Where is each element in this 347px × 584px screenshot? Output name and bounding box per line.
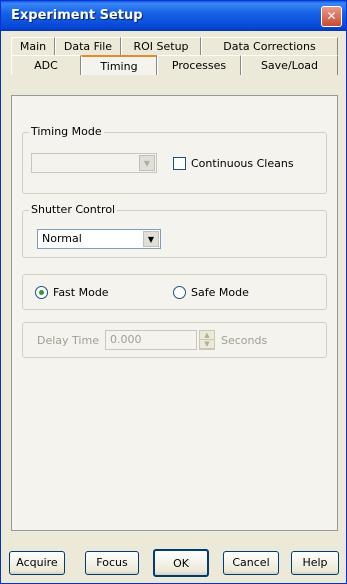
timing-mode-label: Timing Mode — [29, 125, 104, 138]
focus-button[interactable]: Focus — [85, 551, 139, 575]
tab-label: ROI Setup — [133, 40, 189, 53]
tab-row-1: Main Data File ROI Setup Data Correction… — [11, 37, 338, 55]
timing-mode-select[interactable]: ▼ — [31, 153, 157, 173]
help-button[interactable]: Help — [291, 551, 339, 575]
continuous-cleans-label: Continuous Cleans — [191, 157, 294, 170]
spin-up-icon: ▲ — [200, 331, 214, 340]
mode-group: Fast Mode Safe Mode — [22, 274, 327, 310]
tab-label: Main — [19, 40, 47, 53]
acquire-button[interactable]: Acquire — [9, 551, 65, 575]
delay-time-group: Delay Time 0.000 ▲ ▼ Seconds — [22, 322, 327, 358]
tab-label: Processes — [171, 59, 227, 72]
shutter-control-group: Shutter Control Normal ▼ — [22, 203, 327, 258]
spin-down-icon: ▼ — [200, 340, 214, 349]
delay-time-spinner[interactable]: ▲ ▼ — [199, 330, 215, 350]
delay-time-unit: Seconds — [221, 334, 268, 347]
continuous-cleans-checkbox[interactable] — [173, 157, 186, 170]
cancel-label: Cancel — [232, 556, 270, 569]
ok-label: OK — [173, 557, 189, 570]
tab-data-file[interactable]: Data File — [55, 37, 121, 55]
help-label: Help — [302, 556, 328, 569]
tab-main[interactable]: Main — [11, 37, 55, 55]
title-bar: Experiment Setup — [1, 1, 346, 31]
ok-button[interactable]: OK — [153, 549, 209, 577]
tab-label: Timing — [100, 59, 138, 73]
shutter-control-label: Shutter Control — [29, 203, 118, 216]
experiment-setup-window: Experiment Setup ✕ Main Data File ROI Se… — [0, 0, 347, 584]
delay-time-label: Delay Time — [37, 334, 99, 347]
tab-label: Save/Load — [260, 59, 319, 72]
shutter-control-value: Normal — [42, 232, 82, 245]
safe-mode-radio[interactable] — [173, 286, 186, 299]
cancel-button[interactable]: Cancel — [223, 551, 279, 575]
delay-time-input[interactable]: 0.000 — [105, 330, 197, 350]
tab-label: ADC — [34, 59, 58, 72]
acquire-label: Acquire — [16, 556, 58, 569]
tab-processes[interactable]: Processes — [157, 55, 241, 75]
chevron-down-icon: ▼ — [143, 231, 159, 247]
focus-label: Focus — [96, 556, 128, 569]
timing-tab-panel: Timing Mode ▼ Continuous Cleans Shutter … — [11, 95, 338, 531]
tab-save-load[interactable]: Save/Load — [241, 55, 338, 75]
close-icon: ✕ — [326, 9, 337, 23]
fast-mode-radio[interactable] — [35, 286, 48, 299]
fast-mode-label: Fast Mode — [53, 286, 109, 299]
tab-roi-setup[interactable]: ROI Setup — [121, 37, 201, 55]
chevron-down-icon: ▼ — [139, 155, 155, 171]
tab-row-2: ADC Timing Processes Save/Load — [11, 55, 338, 75]
tab-adc[interactable]: ADC — [11, 55, 81, 75]
window-title: Experiment Setup — [11, 8, 143, 23]
shutter-control-select[interactable]: Normal ▼ — [37, 229, 161, 249]
timing-mode-group: Timing Mode ▼ Continuous Cleans — [22, 125, 327, 194]
tab-label: Data Corrections — [223, 40, 316, 53]
safe-mode-label: Safe Mode — [191, 286, 249, 299]
tab-data-corrections[interactable]: Data Corrections — [201, 37, 338, 55]
close-button[interactable]: ✕ — [321, 6, 342, 27]
delay-time-value: 0.000 — [110, 333, 142, 346]
tab-label: Data File — [63, 40, 113, 53]
tab-timing[interactable]: Timing — [81, 55, 157, 75]
